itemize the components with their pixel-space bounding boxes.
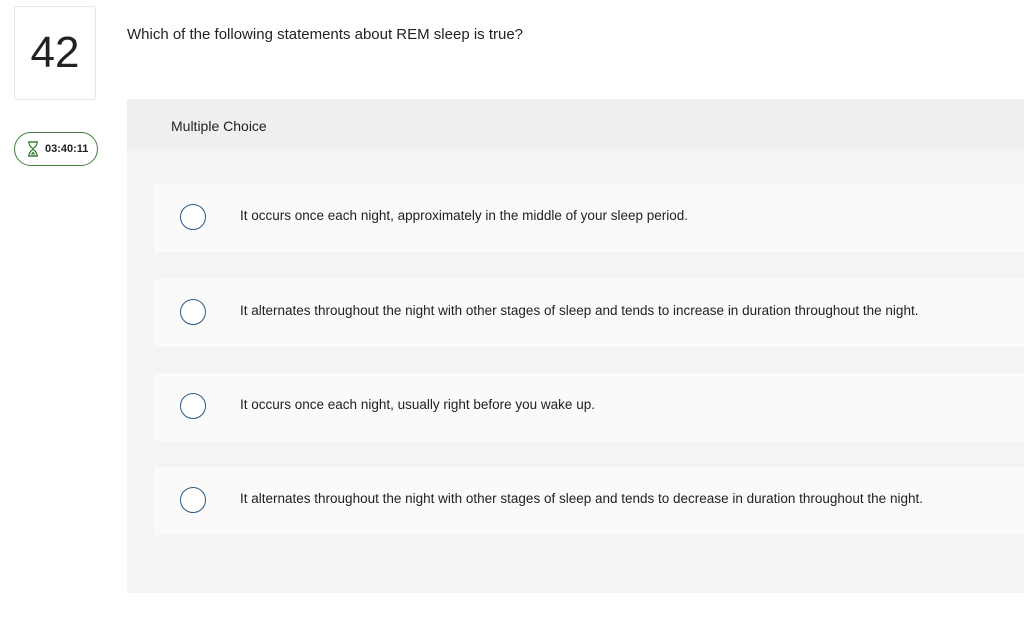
answer-option-label[interactable]: It alternates throughout the night with …: [240, 491, 923, 506]
question-number: 42: [14, 6, 96, 100]
radio-button[interactable]: [180, 204, 206, 230]
answer-option-label[interactable]: It occurs once each night, approximately…: [240, 208, 688, 223]
answer-panel-header: Multiple Choice: [127, 99, 1024, 151]
answer-option[interactable]: It occurs once each night, usually right…: [154, 373, 1024, 441]
answer-option-label[interactable]: It occurs once each night, usually right…: [240, 397, 595, 412]
timer-badge: 03:40:11: [14, 132, 98, 166]
radio-button[interactable]: [180, 393, 206, 419]
answer-panel: Multiple Choice It occurs once each nigh…: [127, 99, 1024, 593]
radio-button[interactable]: [180, 299, 206, 325]
answer-option-label[interactable]: It alternates throughout the night with …: [240, 303, 918, 318]
answer-option[interactable]: It alternates throughout the night with …: [154, 467, 1024, 535]
timer-value: 03:40:11: [45, 143, 89, 155]
hourglass-icon: [27, 141, 39, 157]
question-text: Which of the following statements about …: [127, 26, 524, 43]
answer-option[interactable]: It occurs once each night, approximately…: [154, 184, 1024, 252]
question-type-label: Multiple Choice: [171, 118, 267, 134]
radio-button[interactable]: [180, 487, 206, 513]
question-page: 42 03:40:11 Which of the following state…: [0, 0, 1024, 630]
answer-option[interactable]: It alternates throughout the night with …: [154, 279, 1024, 347]
